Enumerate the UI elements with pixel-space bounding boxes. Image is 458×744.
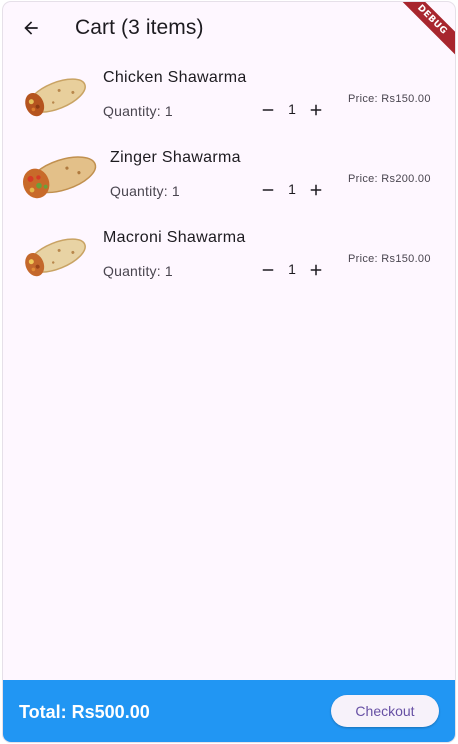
zinger-shawarma-image [22,156,97,199]
cart-screen: Cart (3 items) DEBUG Chicken Shawarma Qu… [3,2,455,742]
item-quantity-label: Quantity: 1 [103,103,173,119]
cart-item: Zinger Shawarma Quantity: 1 1 Price: Rs2… [3,138,455,218]
item-quantity-label: Quantity: 1 [103,263,173,279]
quantity-stepper: 1 [256,178,328,202]
item-quantity-label: Quantity: 1 [110,183,180,199]
quantity-value: 1 [288,181,296,197]
decrease-quantity-button[interactable] [256,258,280,282]
back-button[interactable] [15,12,47,44]
total-amount: Total: Rs500.00 [19,702,150,722]
minus-icon [262,109,274,111]
increase-quantity-button[interactable] [304,98,328,122]
item-name: Chicken Shawarma [103,69,247,86]
quantity-value: 1 [288,101,296,117]
quantity-stepper: 1 [256,98,328,122]
cart-item: Macroni Shawarma Quantity: 1 1 Price: Rs… [3,218,455,298]
decrease-quantity-button[interactable] [256,98,280,122]
checkout-button[interactable]: Checkout [331,695,439,727]
item-price: Price: Rs150.00 [348,93,431,105]
item-name: Zinger Shawarma [110,149,241,166]
checkout-bar: Total: Rs500.00 Checkout [3,680,455,742]
item-name: Macroni Shawarma [103,229,246,246]
macroni-shawarma-image [25,238,86,277]
item-price: Price: Rs150.00 [348,253,431,265]
chicken-shawarma-image [25,78,86,117]
quantity-stepper: 1 [256,258,328,282]
plus-icon [310,184,322,196]
minus-icon [262,189,274,191]
arrow-back-icon [24,21,38,35]
increase-quantity-button[interactable] [304,258,328,282]
minus-icon [262,269,274,271]
increase-quantity-button[interactable] [304,178,328,202]
page-title: Cart (3 items) [75,16,204,39]
debug-banner: DEBUG [390,2,455,62]
quantity-value: 1 [288,261,296,277]
item-price: Price: Rs200.00 [348,173,431,185]
plus-icon [310,104,322,116]
plus-icon [310,264,322,276]
decrease-quantity-button[interactable] [256,178,280,202]
app-bar: Cart (3 items) DEBUG [3,2,455,62]
cart-item: Chicken Shawarma Quantity: 1 1 Price: Rs… [3,58,455,138]
